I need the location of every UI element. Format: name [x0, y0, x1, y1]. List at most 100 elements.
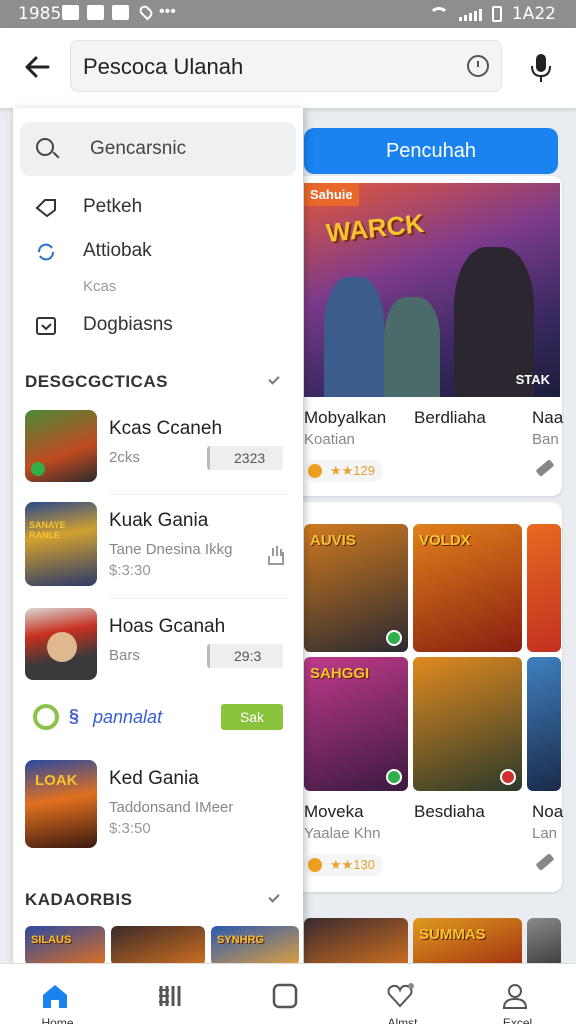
app-icon: LOAK	[25, 760, 97, 848]
wifi-icon	[428, 7, 449, 21]
divider	[109, 494, 289, 495]
promo-text: pannalat	[93, 707, 163, 727]
game-tile[interactable]: VOLDX	[413, 524, 522, 652]
history-subtext: Kcas	[83, 278, 117, 295]
nav-label: Excel	[502, 1016, 533, 1024]
game-tile[interactable]: SAHGGI	[304, 657, 408, 791]
mail-icon	[87, 5, 104, 20]
status-badge	[386, 769, 402, 785]
size-badge: 29:3	[207, 644, 283, 668]
battery-icon	[491, 6, 502, 22]
game-tile[interactable]	[527, 918, 561, 968]
signal-icon	[458, 7, 482, 21]
hero-brand: STAK	[515, 372, 550, 387]
game-tile[interactable]: AUVIS	[304, 524, 408, 652]
app-list-item[interactable]: LOAK Ked Gania Taddonsand IMeer $:3:50	[13, 754, 303, 850]
app-list-item[interactable]: SANAYE RANLE Kuak Gania Tane Dnesina Ikk…	[13, 496, 303, 592]
game-tile[interactable]	[304, 918, 408, 968]
app-subtitle: Yaalae Khn	[304, 825, 381, 842]
nav-label: Almst	[387, 1016, 418, 1024]
divider	[109, 598, 289, 599]
game-tile[interactable]	[527, 524, 561, 652]
rating-badge: ★★129	[304, 460, 383, 482]
app-title[interactable]: Naa	[532, 408, 563, 428]
chevron-down-icon[interactable]	[268, 373, 280, 385]
game-tile[interactable]	[111, 926, 205, 964]
promo-button[interactable]: Sak	[221, 704, 283, 730]
hero-banner[interactable]: Sahuie WARCK STAK	[304, 183, 560, 397]
nav-home[interactable]: Home	[0, 964, 115, 1024]
suggestion-text: Gencarsnic	[90, 138, 187, 159]
app-subtitle: Ban	[532, 431, 559, 448]
game-tile[interactable]	[413, 657, 522, 791]
back-arrow-icon[interactable]	[22, 52, 52, 82]
size-badge: 2323	[207, 446, 283, 470]
hero-logo: WARCK	[324, 207, 426, 249]
promo-row[interactable]: § pannalat Sak	[33, 704, 293, 736]
app-icon	[25, 608, 97, 680]
app-list-item[interactable]: Hoas Gcanah Bars 29:3	[13, 602, 303, 698]
tag-icon	[35, 199, 56, 218]
app-meta: Tane Dnesina Ikkg	[109, 541, 233, 558]
app-title[interactable]: Berdliaha	[414, 408, 486, 428]
app-name: Kuak Gania	[109, 510, 209, 531]
refresh-icon	[38, 243, 54, 261]
search-input[interactable]: Pescoca Ulanah	[70, 40, 502, 92]
game-tile[interactable]: SILAUS	[25, 926, 105, 964]
nav-profile[interactable]: Excel	[460, 964, 575, 1024]
primary-button[interactable]: Pencuhah	[304, 128, 558, 174]
app-price: $:3:30	[109, 562, 151, 579]
app-icon: SANAYE RANLE	[25, 502, 97, 586]
game-tile[interactable]	[527, 657, 561, 791]
app-title[interactable]: Noa	[532, 802, 563, 822]
app-name: Kcas Ccaneh	[109, 418, 223, 439]
app-subtitle: Koatian	[304, 431, 355, 448]
location-icon	[137, 3, 155, 21]
home-icon	[43, 985, 67, 1008]
calendar-icon	[36, 317, 56, 335]
square-icon	[272, 983, 298, 1009]
nav-wishlist[interactable]: Almst	[345, 964, 460, 1024]
chevron-down-icon[interactable]	[268, 891, 280, 903]
app-name: Hoas Gcanah	[109, 616, 226, 637]
app-title[interactable]: Besdiaha	[414, 802, 485, 822]
section-header: KADAORBIS	[25, 890, 133, 909]
promo-logo-icon	[33, 704, 59, 730]
app-title[interactable]: Moveka	[304, 802, 364, 822]
game-tile[interactable]: SYNHRG	[211, 926, 299, 964]
status-time: 1985	[18, 4, 62, 24]
app-name: Ked Gania	[109, 768, 199, 789]
link-icon: §	[69, 706, 80, 726]
profile-icon	[502, 984, 528, 1009]
hero-character	[384, 297, 440, 397]
search-header: Pescoca Ulanah	[0, 28, 576, 108]
app-icon	[25, 410, 97, 482]
hand-icon[interactable]	[265, 544, 287, 568]
suggestions-dropdown: Gencarsnic Petkeh Attiobak Kcas Dogbiasn…	[13, 108, 303, 964]
status-bar: 1985 ••• 1A22	[0, 0, 576, 28]
status-badge	[386, 630, 402, 646]
clear-icon[interactable]	[467, 55, 489, 77]
nav-library[interactable]	[115, 964, 230, 1024]
app-price: $:3:50	[109, 820, 151, 837]
more-dots: •••	[159, 3, 176, 20]
section-header: DESGCGCTICAS	[25, 372, 168, 391]
nav-square[interactable]	[230, 964, 345, 1024]
heart-icon	[387, 983, 414, 1008]
search-query: Pescoca Ulanah	[83, 54, 244, 79]
bottom-nav: Home Almst Excel	[0, 963, 576, 1024]
app-meta: Taddonsand IMeer	[109, 799, 234, 816]
app-meta: 2cks	[109, 449, 140, 466]
rating-badge: ★★130	[304, 854, 383, 876]
app-icon-banner: SANAYE RANLE	[29, 520, 66, 540]
search-icon	[36, 138, 54, 156]
app-list-item[interactable]: Kcas Ccaneh 2cks 2323	[13, 404, 303, 500]
nav-label: Home	[41, 1016, 74, 1024]
hero-character	[324, 277, 384, 397]
game-tile[interactable]: SUMMAS	[413, 918, 522, 968]
suggestion-search-row[interactable]: Gencarsnic	[20, 122, 296, 176]
mic-icon[interactable]	[530, 52, 552, 84]
status-time-right: 1A22	[511, 4, 556, 24]
app-meta: Bars	[109, 647, 140, 664]
app-title[interactable]: Mobyalkan	[304, 408, 386, 428]
